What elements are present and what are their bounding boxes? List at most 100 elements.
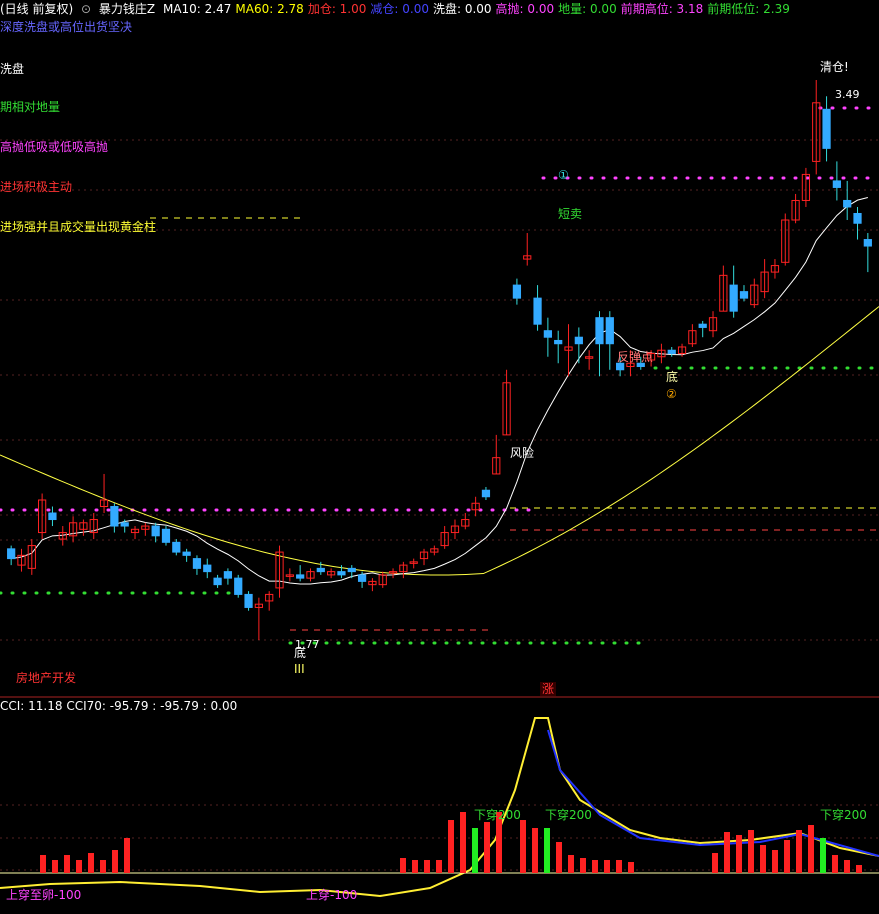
cci-bar <box>724 832 730 873</box>
candle-body <box>223 571 233 579</box>
candle-body <box>7 548 16 560</box>
annotation-fantan: 反弹点 <box>617 350 654 364</box>
annotation-fengxian: 风险 <box>510 446 535 460</box>
cci-bar <box>484 822 490 873</box>
header-field-4: 洗盘: 0.00 <box>432 2 492 16</box>
annotation-roman: III <box>294 662 305 676</box>
candle-body <box>616 362 625 371</box>
header-field-3: 减仓: 0.00 <box>370 2 429 16</box>
cci-bar <box>844 860 850 873</box>
annotation-qingcang: 清仓! <box>820 60 849 74</box>
cci-bar <box>568 855 574 873</box>
cci-bar <box>460 812 466 873</box>
candle-body <box>729 284 738 312</box>
cci-bar <box>64 855 70 873</box>
annotation-zhang: 涨 <box>540 682 557 696</box>
cci-bar <box>436 860 442 873</box>
period-mode: (日线 前复权) <box>0 2 74 16</box>
header-field-2: 加仓: 1.00 <box>307 2 367 16</box>
indicator-name[interactable]: 暴力钱庄Z <box>99 2 155 16</box>
cci-bar <box>544 828 550 873</box>
cci-bar <box>796 830 802 873</box>
candle-body <box>347 567 356 573</box>
cci-bar <box>400 858 406 873</box>
legend-label-xipan: 洗盘 <box>0 62 25 76</box>
annotation-di-2: 底 <box>294 646 307 660</box>
legend-label-huangjin: 进场强并且成交量出现黄金柱 <box>0 220 157 234</box>
cci-bar <box>856 865 862 873</box>
candle-body <box>234 577 243 595</box>
annotation-circle-2: ② <box>666 387 677 401</box>
header-field-5: 高抛: 0.00 <box>495 2 555 16</box>
candle-body <box>203 564 212 573</box>
candle-body <box>595 317 604 345</box>
candle-body <box>110 506 119 527</box>
legend-label-gaopao: 高抛低吸或低吸高抛 <box>0 140 109 154</box>
cci-bar <box>712 853 718 873</box>
candle-body <box>296 574 305 579</box>
candle-body <box>543 330 552 338</box>
cci-bar <box>556 842 562 873</box>
candle-body <box>853 212 862 224</box>
candle-body <box>863 239 872 247</box>
cci-label-xiachuan-2: 下穿200 <box>545 808 592 822</box>
cci-bar <box>832 855 838 873</box>
cci70-line <box>547 729 879 857</box>
cci-header: CCI: 11.18 CCI70: -95.79 : -95.79 : 0.00 <box>0 699 237 713</box>
cci-bar <box>88 853 94 873</box>
header-field-8: 前期低位: 2.39 <box>707 2 790 16</box>
cci-label-shangchuan-2: 上穿-100 <box>306 888 358 902</box>
cci-label-xiachuan-1: 下穿200 <box>474 808 521 822</box>
cci-bar <box>748 830 754 873</box>
legend-label-jinchang: 进场积极主动 <box>0 180 73 194</box>
candle-body <box>151 525 160 537</box>
cci70-value: CCI70: -95.79 <box>66 699 149 713</box>
cci-label-xiachuan-3: 下穿200 <box>820 808 867 822</box>
candle-body <box>161 528 171 543</box>
header-fields: MA10: 2.47 MA60: 2.78 加仓: 1.00 减仓: 0.00 洗盘: … <box>163 2 794 16</box>
candle-body <box>822 108 831 149</box>
cci-bar <box>760 845 766 873</box>
ma60-line <box>0 306 879 576</box>
candle-body <box>48 512 57 521</box>
cci-bar <box>424 860 430 873</box>
cci-v1: : -95.79 <box>152 699 199 713</box>
cci-bar <box>592 860 598 873</box>
candle-body <box>357 574 367 582</box>
annotation-di-1: 底 <box>666 370 679 384</box>
ma10-line <box>11 197 868 585</box>
cci-bar <box>532 828 538 873</box>
annotation-duanmai: 短卖 <box>558 207 583 221</box>
cci-v2: : 0.00 <box>202 699 238 713</box>
cci-bar <box>412 860 418 873</box>
cci-bar <box>628 862 634 873</box>
indicator-dropdown-icon[interactable]: ⊙ <box>81 2 91 16</box>
candle-body <box>182 551 191 556</box>
candle-body <box>843 199 852 208</box>
stock-chart[interactable] <box>0 0 879 914</box>
cci-bar <box>520 820 526 873</box>
cci-bar <box>808 825 814 873</box>
cci-label-shangchuan-1: 上穿至卵-100 <box>6 888 82 902</box>
header-subtitle: 深度洗盘或高位出货坚决 <box>0 20 133 34</box>
cci-bar <box>772 850 778 873</box>
header-field-6: 地量: 0.00 <box>558 2 617 16</box>
candle-body <box>337 571 346 576</box>
candle-body <box>172 541 181 553</box>
annotation-circle-1: ① <box>558 168 569 182</box>
header-field-1: MA60: 2.78 <box>235 2 304 16</box>
candle-body <box>120 522 129 527</box>
cci-bar <box>112 850 118 873</box>
candle-body <box>574 336 583 345</box>
candle-body <box>512 284 522 299</box>
cci-bar <box>448 820 454 873</box>
candle-body <box>192 558 202 569</box>
cci-bar <box>604 860 610 873</box>
candle-body <box>554 339 563 345</box>
header-field-7: 前期高位: 3.18 <box>620 2 704 16</box>
candle-body <box>533 297 542 325</box>
cci-bar <box>76 860 82 873</box>
candle-body <box>316 567 325 573</box>
cci-bar <box>784 840 790 873</box>
cci-value: CCI: 11.18 <box>0 699 63 713</box>
